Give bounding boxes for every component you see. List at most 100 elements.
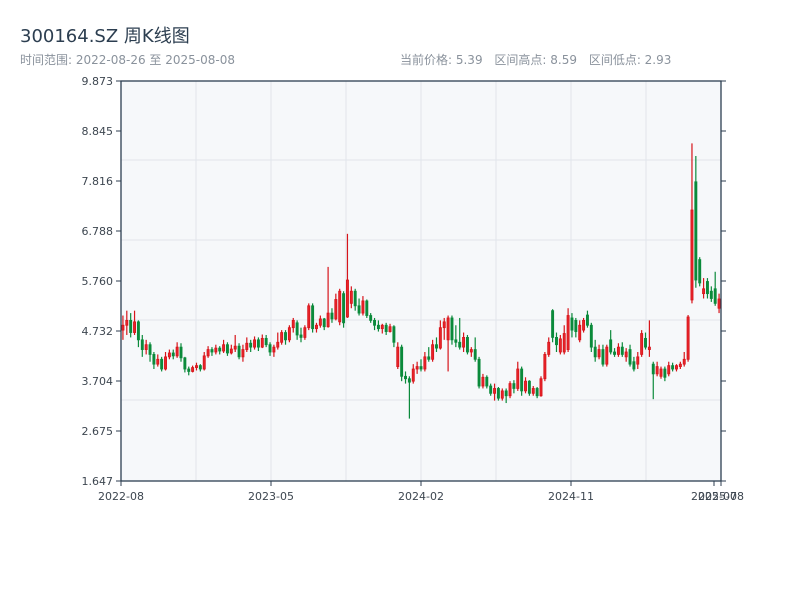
candle-body xyxy=(167,352,171,358)
candle-body xyxy=(705,281,709,295)
candle-up xyxy=(543,351,547,382)
candle-body xyxy=(342,293,346,324)
candle-body xyxy=(415,366,419,370)
candle-body xyxy=(353,290,357,307)
candle-body xyxy=(404,375,407,380)
candle-body xyxy=(582,319,586,331)
candle-up xyxy=(605,344,609,367)
candle-body xyxy=(361,300,365,314)
candle-body xyxy=(686,316,690,360)
candle-body xyxy=(133,321,137,333)
candle-body xyxy=(376,324,380,330)
y-tick-label: 9.873 xyxy=(82,75,114,88)
candle-body xyxy=(473,349,477,360)
candle-body xyxy=(524,380,527,392)
candle-body xyxy=(694,181,698,281)
candle-body xyxy=(307,305,311,329)
candle-body xyxy=(280,332,284,343)
candle-body xyxy=(574,319,578,332)
y-tick-label: 1.647 xyxy=(82,475,114,488)
candle-body xyxy=(469,349,473,353)
candle-up xyxy=(640,330,644,357)
y-tick-label: 5.760 xyxy=(82,275,114,288)
candle-body xyxy=(578,324,582,341)
candle-down xyxy=(477,356,481,389)
candle-body xyxy=(388,326,392,332)
candle-body xyxy=(589,324,593,348)
candle-body xyxy=(330,312,334,320)
candle-body xyxy=(365,300,369,316)
candle-body xyxy=(489,385,493,394)
candle-body xyxy=(423,356,427,370)
candle-body xyxy=(419,366,423,370)
candle-body xyxy=(481,376,485,387)
candle-up xyxy=(582,317,586,333)
candle-body xyxy=(164,356,167,370)
candle-body xyxy=(450,317,454,341)
candle-body xyxy=(431,344,435,360)
candle-body xyxy=(287,327,291,341)
candle-body xyxy=(156,358,160,365)
candle-body xyxy=(520,368,524,392)
candle-up xyxy=(280,330,284,345)
candle-down xyxy=(465,334,469,355)
candle-body xyxy=(187,368,191,372)
candle-body xyxy=(253,339,257,348)
candle-body xyxy=(152,354,156,365)
candle-body xyxy=(326,312,330,328)
candle-down xyxy=(400,344,404,382)
candle-body xyxy=(647,346,651,350)
candle-body xyxy=(210,349,214,353)
candle-body xyxy=(644,337,647,348)
candle-body xyxy=(628,349,632,365)
candle-body xyxy=(585,314,589,326)
candle-body xyxy=(667,365,671,375)
candle-body xyxy=(570,317,574,331)
candle-body xyxy=(690,209,694,301)
candle-body xyxy=(593,346,597,358)
y-tick-label: 6.788 xyxy=(82,225,114,238)
candle-body xyxy=(427,356,431,360)
candle-body xyxy=(202,355,206,370)
candle-body xyxy=(655,366,659,375)
candle-up xyxy=(303,325,307,340)
candle-body xyxy=(508,383,512,397)
candle-body xyxy=(713,288,717,304)
candle-up xyxy=(686,315,690,362)
candle-body xyxy=(516,368,520,389)
candle-body xyxy=(303,327,307,338)
candle-down xyxy=(551,309,555,343)
x-tick-label: 2025-08 xyxy=(698,490,744,503)
candle-body xyxy=(675,365,678,370)
candle-body xyxy=(535,388,539,397)
candle-down xyxy=(527,380,531,396)
candle-up xyxy=(287,325,291,343)
candle-down xyxy=(160,356,164,372)
candle-body xyxy=(640,333,644,355)
candle-body xyxy=(318,318,322,326)
x-tick-label: 2024-02 xyxy=(398,490,444,503)
candle-body xyxy=(547,341,551,355)
candle-body xyxy=(345,279,349,318)
candle-body xyxy=(357,305,361,314)
candle-body xyxy=(609,339,613,353)
candle-body xyxy=(558,338,562,353)
candle-body xyxy=(349,290,353,304)
candle-body xyxy=(380,324,384,330)
candle-body xyxy=(555,337,558,346)
candle-body xyxy=(496,388,500,399)
candle-body xyxy=(125,319,129,326)
candle-body xyxy=(446,317,450,341)
candle-body xyxy=(121,324,125,331)
candle-down xyxy=(342,291,346,328)
candle-body xyxy=(373,319,377,326)
candle-body xyxy=(233,345,237,350)
candle-body xyxy=(315,324,318,330)
candle-body xyxy=(183,357,187,370)
candle-body xyxy=(195,365,198,368)
candle-body xyxy=(551,310,555,338)
candle-body xyxy=(651,363,655,375)
candle-body xyxy=(539,378,543,397)
candle-body xyxy=(392,326,396,343)
candle-body xyxy=(504,390,508,397)
